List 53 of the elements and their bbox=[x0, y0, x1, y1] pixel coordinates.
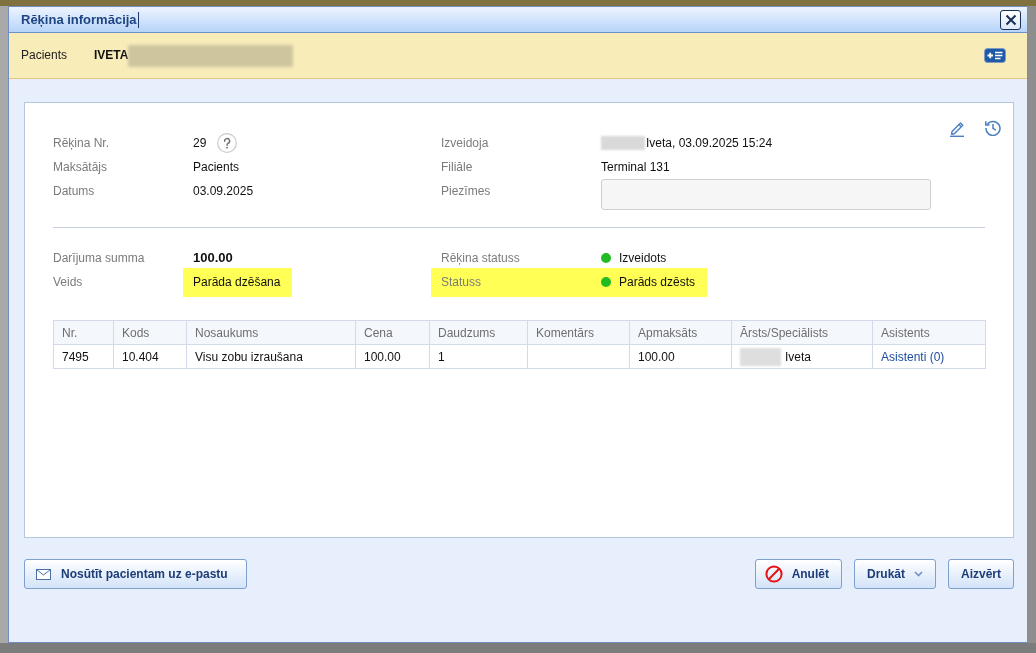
field-label: Filiāle bbox=[441, 159, 474, 175]
cell-text: Iveta bbox=[785, 349, 811, 364]
window-title: Rēķina informācija bbox=[21, 11, 137, 28]
send-email-button[interactable]: Nosūtīt pacientam uz e-pastu bbox=[24, 559, 247, 589]
no-entry-icon bbox=[764, 565, 783, 583]
field-label: Veids bbox=[53, 274, 84, 290]
patient-name: IVETA bbox=[94, 48, 129, 63]
cancel-button[interactable]: Anulēt bbox=[754, 559, 842, 589]
envelope-icon bbox=[36, 568, 51, 580]
text-cursor-icon bbox=[137, 11, 139, 28]
column-header: Komentārs bbox=[527, 320, 630, 345]
status-text: Izveidots bbox=[619, 250, 667, 266]
status-text: Parāds dzēsts bbox=[619, 274, 696, 290]
table-cell: 1 bbox=[429, 344, 528, 369]
table-cell: 7495 bbox=[53, 344, 114, 369]
table-cell: Visu zobu izraušana bbox=[186, 344, 356, 369]
table-cell: 10.404 bbox=[113, 344, 187, 369]
field-value: 100.00 bbox=[193, 250, 233, 266]
field-value: Pacients bbox=[193, 159, 240, 175]
field-value: Iveta, 03.09.2025 15:24 bbox=[646, 135, 773, 151]
field-label: Darījuma summa bbox=[53, 250, 146, 266]
field-label: Datums bbox=[53, 183, 96, 199]
field-label: Rēķina Nr. bbox=[53, 135, 111, 151]
field-value: Terminal 131 bbox=[601, 159, 670, 175]
field-label: Maksātājs bbox=[53, 159, 109, 175]
column-header: Nosaukums bbox=[186, 320, 356, 345]
assistants-link[interactable]: Asistenti (0) bbox=[881, 349, 945, 364]
column-header: Cena bbox=[355, 320, 430, 345]
column-header: Asistents bbox=[872, 320, 986, 345]
table-cell: 100.00 bbox=[355, 344, 430, 369]
column-header: Apmaksāts bbox=[629, 320, 732, 345]
column-header: Nr. bbox=[53, 320, 114, 345]
field-value: 29 bbox=[193, 135, 207, 151]
close-button[interactable] bbox=[1000, 9, 1021, 30]
column-header: Daudzums bbox=[429, 320, 528, 345]
add-list-icon[interactable] bbox=[984, 48, 1006, 63]
table-cell: 100.00 bbox=[629, 344, 732, 369]
field-value: 03.09.2025 bbox=[193, 183, 254, 199]
notes-field[interactable] bbox=[601, 179, 931, 210]
field-label: Rēķina statuss bbox=[441, 250, 521, 266]
close-icon bbox=[1004, 13, 1017, 26]
field-label: Izveidoja bbox=[441, 135, 490, 151]
history-icon[interactable] bbox=[984, 119, 1001, 136]
field-value: Parāda dzēšana bbox=[183, 267, 293, 297]
column-header: Ārsts/Speciālists bbox=[731, 320, 873, 345]
field-label: Statuss bbox=[431, 267, 591, 297]
print-dropdown-button[interactable]: Drukāt bbox=[853, 559, 936, 589]
chevron-down-icon bbox=[914, 571, 923, 577]
column-header: Kods bbox=[113, 320, 187, 345]
help-icon[interactable] bbox=[217, 133, 238, 153]
field-label: Piezīmes bbox=[441, 184, 492, 199]
close-dialog-button[interactable]: Aizvērt bbox=[948, 559, 1014, 589]
patient-label: Pacients bbox=[21, 48, 69, 63]
